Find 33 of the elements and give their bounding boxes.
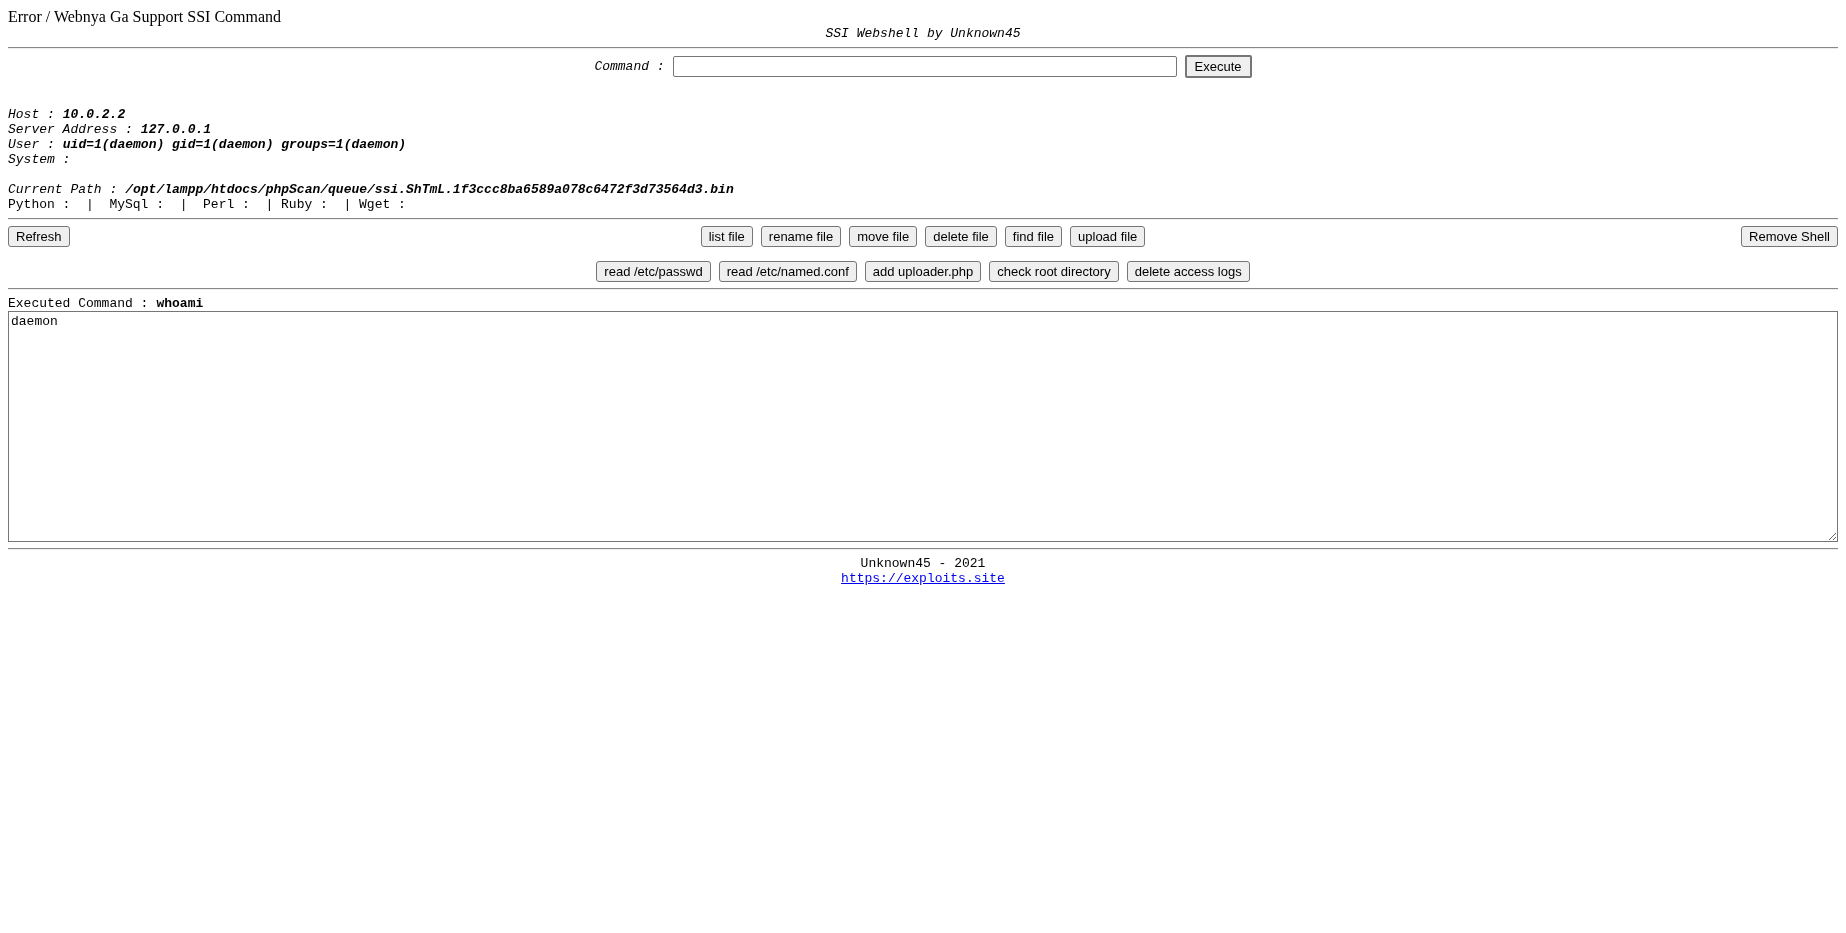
subtitle: SSI Webshell by Unknown45 xyxy=(825,26,1021,41)
info-label: User : xyxy=(8,137,55,152)
executed-command: whoami xyxy=(156,296,204,311)
file-action-button[interactable]: upload file xyxy=(1070,226,1146,247)
file-action-button[interactable]: find file xyxy=(1004,226,1063,247)
quick-command-button[interactable]: read /etc/named.conf xyxy=(718,261,857,282)
execute-button[interactable]: Execute xyxy=(1184,55,1252,78)
footer-credit: Unknown45 - 2021 xyxy=(860,556,986,571)
quick-command-button[interactable]: read /etc/passwd xyxy=(596,261,711,282)
info-label: System : xyxy=(8,152,71,167)
remove-shell-button[interactable]: Remove Shell xyxy=(1741,226,1838,247)
file-action-button[interactable]: move file xyxy=(849,226,918,247)
footer-link[interactable]: https://exploits.site xyxy=(841,571,1005,586)
command-label: Command : xyxy=(594,59,665,74)
path-label: Current Path : xyxy=(8,182,118,197)
quick-command-button[interactable]: delete access logs xyxy=(1126,261,1250,282)
info-label: Server Address : xyxy=(8,122,133,137)
file-action-button[interactable]: delete file xyxy=(925,226,997,247)
output-text-area[interactable]: daemon xyxy=(8,311,1838,542)
info-label: Host : xyxy=(8,107,55,122)
executed-label: Executed Command : xyxy=(8,296,149,311)
page-title: Error / Webnya Ga Support SSI Command xyxy=(8,8,283,26)
file-action-button[interactable]: list file xyxy=(700,226,753,247)
refresh-button[interactable]: Refresh xyxy=(8,226,70,247)
path-value: /opt/lampp/htdocs/phpScan/queue/ssi.ShTmL.1f3ccc8ba6589a078c6472f3d73564d3.bin xyxy=(125,182,734,197)
file-action-button[interactable]: rename file xyxy=(760,226,842,247)
info-value: 10.0.2.2 xyxy=(62,107,126,122)
command-input-field[interactable] xyxy=(672,56,1177,77)
tools-status-line: Python : | MySql : | Perl : | Ruby : | Wget : xyxy=(8,197,406,212)
info-value: 127.0.0.1 xyxy=(140,122,212,137)
quick-command-button[interactable]: add uploader.php xyxy=(864,261,982,282)
quick-command-button[interactable]: check root directory xyxy=(989,261,1119,282)
info-value: uid=1(daemon) gid=1(daemon) groups=1(daemon) xyxy=(62,137,407,152)
